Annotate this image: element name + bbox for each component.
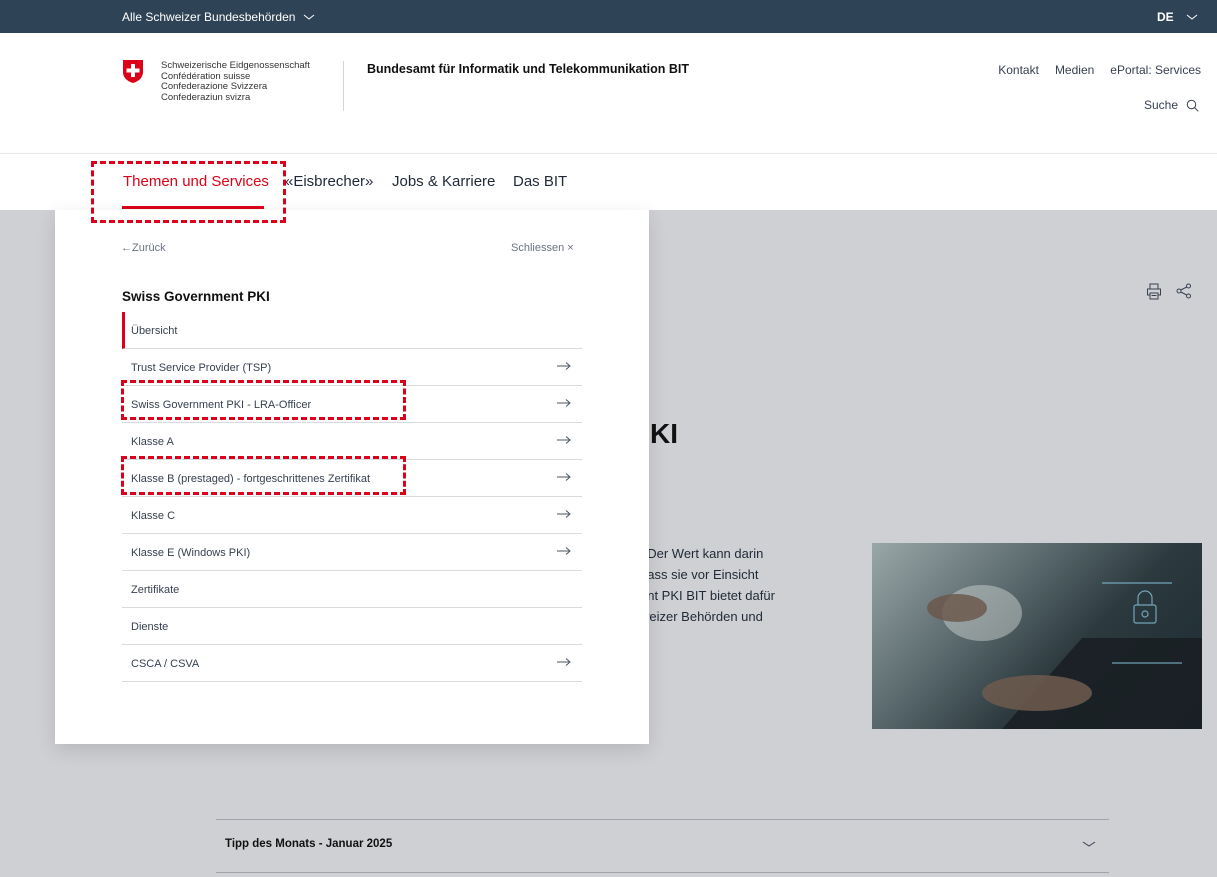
arrow-left-icon: ← bbox=[121, 242, 132, 254]
arrow-right-icon bbox=[557, 658, 571, 666]
chevron-down-icon bbox=[304, 14, 315, 20]
confederation-line-rm: Confederaziun svizra bbox=[161, 91, 251, 103]
print-icon[interactable] bbox=[1146, 283, 1162, 300]
menu-item-zertifikate[interactable]: Zertifikate bbox=[122, 571, 582, 608]
confederation-name: Schweizerische Eidgenossenschaft Confédé… bbox=[161, 60, 310, 103]
confederation-line-it: Confederazione Svizzera bbox=[161, 81, 268, 92]
back-label: Zurück bbox=[132, 242, 166, 254]
menu-item-label: Klasse A bbox=[131, 436, 174, 448]
search-label: Suche bbox=[1143, 98, 1178, 112]
menu-item-uebersicht[interactable]: Übersicht bbox=[122, 312, 582, 349]
arrow-right-icon bbox=[557, 473, 571, 481]
menu-item-klasse-a[interactable]: Klasse A bbox=[122, 423, 582, 460]
menu-item-label: Zertifikate bbox=[131, 584, 180, 596]
share-icon[interactable] bbox=[1176, 283, 1192, 299]
language-label: DE bbox=[1157, 10, 1174, 24]
menu-item-label: Klasse E (Windows PKI) bbox=[131, 547, 251, 559]
nav-themen-und-services[interactable]: Themen und Services bbox=[123, 173, 269, 190]
page-title: KI bbox=[650, 418, 678, 449]
confederation-line-de: Schweizerische Eidgenossenschaft bbox=[161, 60, 310, 71]
all-agencies-label: Alle Schweizer Bundesbehörden bbox=[122, 10, 296, 24]
language-switcher[interactable]: DE bbox=[1157, 10, 1198, 24]
nav-eisbrecher[interactable]: «Eisbrecher» bbox=[285, 173, 373, 190]
accordion-title[interactable]: Tipp des Monats - Januar 2025 bbox=[225, 838, 392, 850]
close-icon: × bbox=[567, 242, 574, 254]
hero-image-laptop-security bbox=[872, 543, 1202, 729]
close-button[interactable]: Schliessen × bbox=[511, 242, 574, 254]
arrow-right-icon bbox=[557, 547, 571, 555]
arrow-right-icon bbox=[557, 399, 571, 407]
meta-navigation: Kontakt Medien ePortal: Services bbox=[998, 63, 1201, 77]
intro-line: dass sie vor Einsicht bbox=[640, 567, 759, 582]
accordion-bottom-divider bbox=[216, 872, 1109, 873]
meta-link-eportal[interactable]: ePortal: Services bbox=[1110, 63, 1201, 77]
back-button[interactable]: ←Zurück bbox=[121, 242, 166, 254]
menu-item-label: Klasse B (prestaged) - fortgeschrittenes… bbox=[131, 473, 371, 485]
chevron-down-icon bbox=[1186, 14, 1197, 20]
arrow-right-icon bbox=[557, 436, 571, 444]
intro-line: ent PKI BIT bietet dafür bbox=[640, 588, 775, 603]
all-agencies-dropdown[interactable]: Alle Schweizer Bundesbehörden bbox=[122, 10, 315, 24]
menu-item-label: Übersicht bbox=[131, 325, 178, 337]
swiss-coat-of-arms-logo[interactable] bbox=[122, 59, 144, 84]
menu-item-lra-officer[interactable]: Swiss Government PKI - LRA-Officer bbox=[122, 386, 582, 423]
search-button[interactable]: Suche bbox=[1144, 98, 1199, 112]
menu-item-label: Swiss Government PKI - LRA-Officer bbox=[131, 399, 312, 411]
meta-link-medien[interactable]: Medien bbox=[1055, 63, 1094, 77]
menu-item-label: Dienste bbox=[131, 621, 169, 633]
intro-line: . Der Wert kann darin bbox=[640, 546, 764, 561]
intro-line: weizer Behörden und bbox=[640, 609, 763, 624]
dropdown-title: Swiss Government PKI bbox=[122, 289, 270, 304]
menu-item-trust-service-provider[interactable]: Trust Service Provider (TSP) bbox=[122, 349, 582, 386]
dropdown-menu-list: Übersicht Trust Service Provider (TSP) S… bbox=[122, 312, 582, 682]
main-navigation: Themen und Services «Eisbrecher» Jobs & … bbox=[0, 154, 1217, 210]
accordion-top-divider bbox=[216, 819, 1109, 820]
menu-item-label: CSCA / CSVA bbox=[131, 658, 200, 670]
page-intro: . Der Wert kann darin dass sie vor Einsi… bbox=[640, 543, 810, 627]
search-icon bbox=[1186, 99, 1199, 112]
menu-item-dienste[interactable]: Dienste bbox=[122, 608, 582, 645]
meta-link-kontakt[interactable]: Kontakt bbox=[998, 63, 1039, 77]
arrow-right-icon bbox=[557, 510, 571, 518]
menu-item-klasse-e[interactable]: Klasse E (Windows PKI) bbox=[122, 534, 582, 571]
menu-item-csca-csva[interactable]: CSCA / CSVA bbox=[122, 645, 582, 682]
close-label: Schliessen bbox=[511, 242, 565, 254]
site-header: Schweizerische Eidgenossenschaft Confédé… bbox=[0, 33, 1217, 154]
nav-jobs-karriere[interactable]: Jobs & Karriere bbox=[392, 173, 495, 190]
active-nav-indicator bbox=[122, 206, 264, 209]
menu-item-label: Trust Service Provider (TSP) bbox=[131, 362, 272, 374]
nav-das-bit[interactable]: Das BIT bbox=[513, 173, 567, 190]
menu-item-klasse-c[interactable]: Klasse C bbox=[122, 497, 582, 534]
menu-item-klasse-b[interactable]: Klasse B (prestaged) - fortgeschrittenes… bbox=[122, 460, 582, 497]
arrow-right-icon bbox=[557, 362, 571, 370]
header-divider bbox=[343, 61, 344, 111]
chevron-down-icon[interactable] bbox=[1082, 840, 1096, 848]
top-bar: Alle Schweizer Bundesbehörden DE bbox=[0, 0, 1217, 33]
page-tools bbox=[1146, 283, 1192, 300]
office-name: Bundesamt für Informatik und Telekommuni… bbox=[367, 62, 690, 76]
navigation-dropdown-panel: ←Zurück Schliessen × Swiss Government PK… bbox=[55, 210, 649, 744]
menu-item-label: Klasse C bbox=[131, 510, 176, 522]
